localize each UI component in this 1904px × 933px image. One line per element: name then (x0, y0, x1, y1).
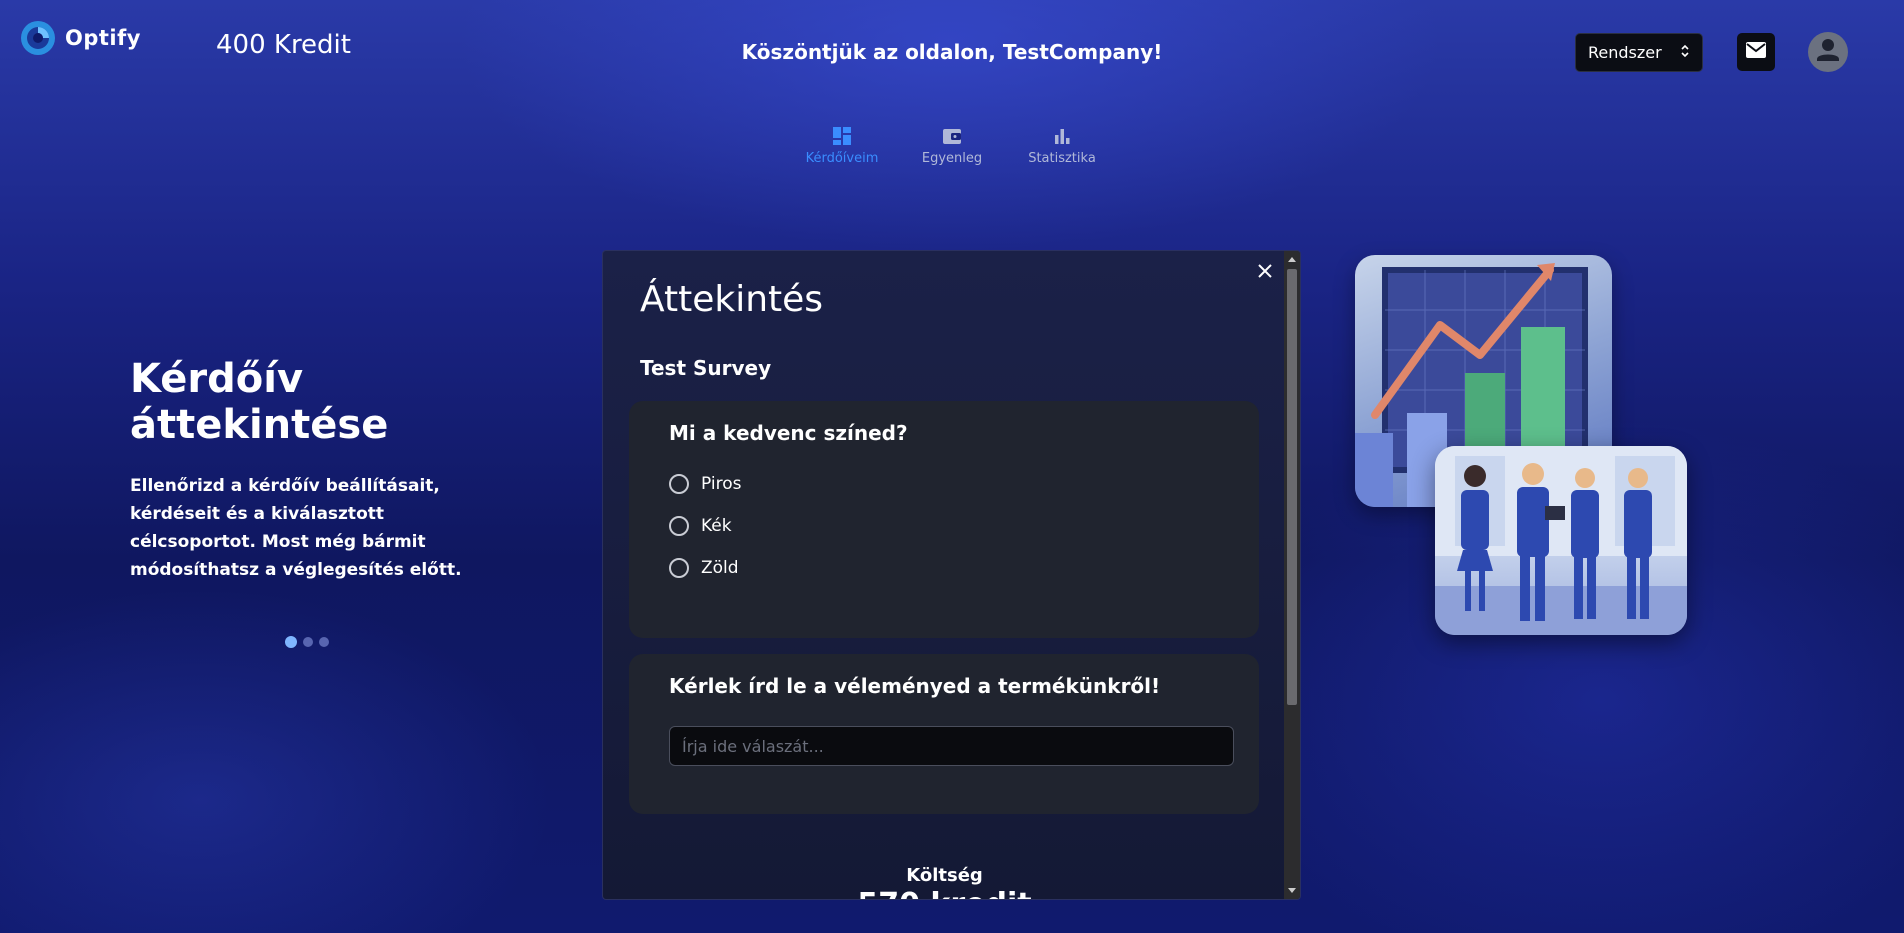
tab-egyenleg[interactable]: Egyenleg (908, 125, 996, 166)
overview-modal: Áttekintés Test Survey Mi a kedvenc szín… (602, 250, 1301, 900)
option-piros[interactable]: Piros (669, 474, 741, 494)
modal-scrollbar[interactable] (1284, 251, 1300, 899)
tab-label: Statisztika (1028, 151, 1096, 166)
hero-title: Kérdőív áttekintése (130, 356, 510, 448)
radio-button[interactable] (669, 558, 689, 578)
cost-value: 570 kredit (603, 887, 1286, 899)
mail-icon (1746, 42, 1766, 62)
carousel-dot[interactable] (303, 637, 313, 647)
theme-select[interactable]: Rendszer (1575, 33, 1703, 72)
question-title: Kérlek írd le a véleményed a termékünkrő… (669, 674, 1161, 698)
tab-label: Kérdőíveim (805, 151, 879, 166)
question-title: Mi a kedvenc színed? (669, 421, 908, 445)
modal-title: Áttekintés (640, 279, 824, 320)
bar-chart-icon (1055, 129, 1070, 144)
question-card: Mi a kedvenc színed? Piros Kék Zöld (629, 401, 1259, 638)
scrollbar-thumb[interactable] (1287, 269, 1297, 705)
user-avatar-button[interactable] (1808, 32, 1848, 72)
messages-button[interactable] (1737, 33, 1775, 71)
option-kek[interactable]: Kék (669, 516, 732, 536)
close-button[interactable] (1255, 261, 1275, 281)
theme-select-value: Rendszer (1588, 43, 1662, 62)
tab-kerdoiveim[interactable]: Kérdőíveim (798, 125, 886, 166)
carousel-dot[interactable] (319, 637, 329, 647)
option-zold[interactable]: Zöld (669, 558, 739, 578)
radio-button[interactable] (669, 474, 689, 494)
tab-label: Egyenleg (921, 151, 983, 166)
scroll-down-arrow-icon[interactable] (1284, 883, 1300, 899)
hero-description: Ellenőrizd a kérdőív beállításait, kérdé… (130, 476, 462, 580)
business-team-illustration (1435, 446, 1687, 635)
question-card: Kérlek írd le a véleményed a termékünkrő… (629, 654, 1259, 814)
answer-input[interactable] (669, 726, 1234, 766)
hero-title-line1: Kérdőív (130, 356, 304, 402)
cost-label: Költség (906, 865, 983, 886)
person-icon (1808, 32, 1848, 72)
option-label: Zöld (701, 558, 739, 578)
scroll-up-arrow-icon[interactable] (1284, 251, 1300, 267)
dashboard-icon (833, 127, 851, 145)
carousel-indicators (285, 636, 329, 648)
option-label: Kék (701, 516, 732, 536)
hero-section: Kérdőív áttekintése Ellenőrizd a kérdőív… (130, 356, 510, 584)
updown-chevron-icon (1680, 43, 1690, 63)
wallet-icon (943, 129, 961, 144)
main-nav: Kérdőíveim Egyenleg Statisztika (0, 125, 1904, 166)
radio-button[interactable] (669, 516, 689, 536)
carousel-dot[interactable] (285, 636, 297, 648)
tab-statisztika[interactable]: Statisztika (1018, 125, 1106, 166)
option-label: Piros (701, 474, 742, 494)
survey-name: Test Survey (640, 356, 772, 380)
hero-title-line2: áttekintése (130, 402, 389, 448)
close-icon (1258, 264, 1272, 278)
